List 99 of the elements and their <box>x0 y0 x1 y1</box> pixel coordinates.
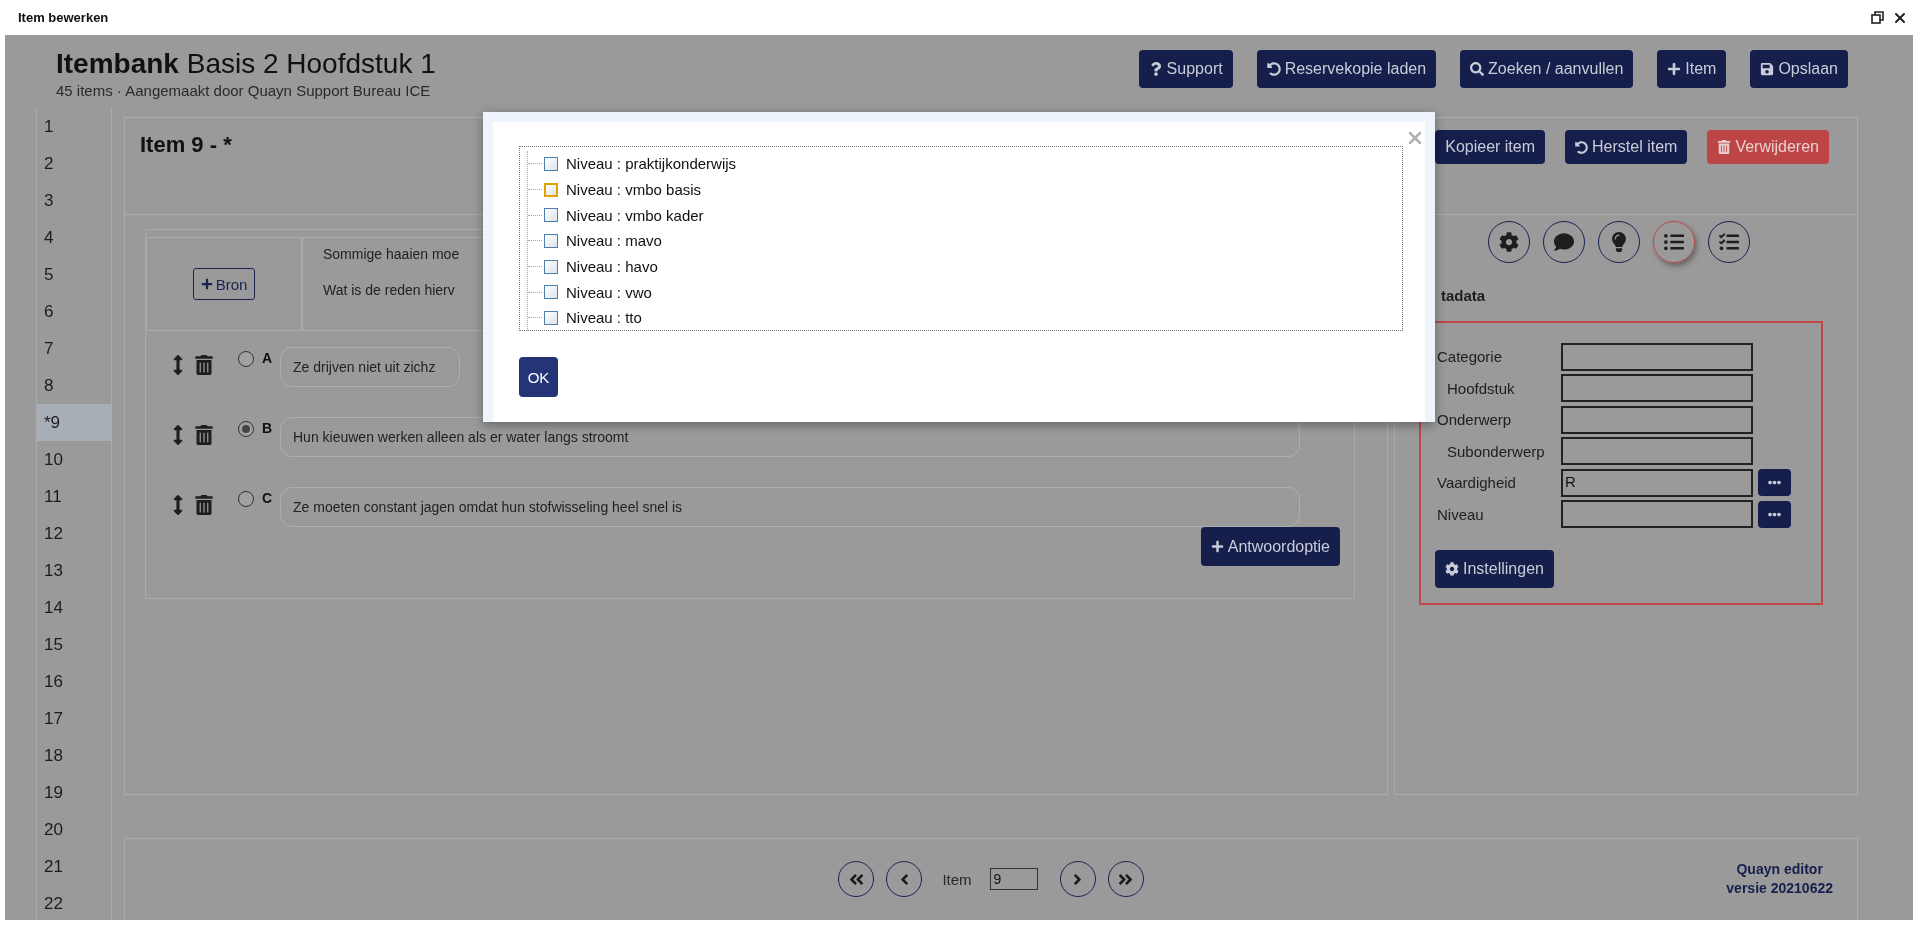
restore-icon[interactable] <box>1871 11 1884 24</box>
item-number-field[interactable]: 9 <box>989 868 1038 890</box>
item-number[interactable]: 17 <box>37 700 111 737</box>
list-icon <box>1664 232 1684 252</box>
option-label[interactable]: Niveau : mavo <box>566 232 662 250</box>
item-title: Item 9 - * <box>140 132 232 158</box>
itembank-subtitle: 45 items · Aangemaakt door Quayn Support Bureau ICE <box>56 82 432 99</box>
trash-icon[interactable] <box>194 425 214 445</box>
metadata-heading: tadata <box>1440 287 1487 304</box>
input-field[interactable] <box>1561 437 1753 466</box>
itembank-title: Itembank Basis 2 Hoofdstuk 1 <box>56 47 436 81</box>
answer-letter: C <box>261 490 274 506</box>
lightbulb-icon <box>1609 232 1629 252</box>
checkbox[interactable] <box>544 156 558 171</box>
item-action-button[interactable]: Herstel item <box>1565 130 1688 164</box>
answer-radio[interactable] <box>238 421 254 437</box>
option-label[interactable]: Niveau : vwo <box>566 283 652 301</box>
version-text: versie 20210622 <box>1726 880 1833 896</box>
item-number[interactable]: 4 <box>37 219 111 256</box>
more-button[interactable] <box>1758 469 1791 497</box>
pager-label: Item <box>942 870 972 888</box>
item-number[interactable]: *9 <box>37 404 111 441</box>
plus-icon <box>1210 540 1224 553</box>
gear-icon <box>1499 232 1519 252</box>
item-number[interactable]: 11 <box>37 478 111 515</box>
undo-icon <box>1266 62 1281 76</box>
item-number[interactable]: 16 <box>37 663 111 700</box>
toolbar-button[interactable]: Support <box>1138 50 1233 88</box>
field-label: Onderwerp <box>1436 411 1513 429</box>
toolbar-button[interactable]: Reservekopie laden <box>1256 50 1437 88</box>
plus-icon <box>200 278 213 290</box>
field-label: Hoofdstuk <box>1446 379 1516 397</box>
option-label[interactable]: Niveau : praktijkonderwijs <box>566 155 737 173</box>
item-number[interactable]: 8 <box>37 367 111 404</box>
item-number[interactable]: 20 <box>37 811 111 848</box>
checkbox[interactable] <box>544 182 558 197</box>
item-number[interactable]: 12 <box>37 515 111 552</box>
trash-icon <box>1717 140 1732 154</box>
version-text: Quayn editor <box>1735 861 1824 877</box>
answer-letter: A <box>261 350 274 366</box>
search-icon <box>1470 62 1485 76</box>
item-number[interactable]: 22 <box>37 885 111 920</box>
gear-icon <box>1445 562 1459 576</box>
window-title: Item bewerken <box>18 10 109 25</box>
source-button[interactable]: Bron <box>192 268 256 300</box>
checkbox[interactable] <box>544 285 558 300</box>
option-label[interactable]: Niveau : tto <box>566 309 642 327</box>
trash-icon[interactable] <box>194 355 214 375</box>
item-number[interactable]: 2 <box>37 145 111 182</box>
checkbox[interactable] <box>544 208 558 223</box>
field-label: Subonderwerp <box>1446 442 1546 460</box>
answer-field[interactable]: Ze moeten constant jagen omdat hun stofwisseling heel snel is <box>280 487 1300 527</box>
checkbox[interactable] <box>544 233 558 248</box>
item-number[interactable]: 3 <box>37 182 111 219</box>
field-label: Niveau <box>1436 505 1485 523</box>
trash-icon[interactable] <box>194 495 214 515</box>
more-button[interactable] <box>1758 500 1791 528</box>
answer-radio[interactable] <box>238 351 254 367</box>
item-number[interactable]: 13 <box>37 552 111 589</box>
add-answer-button[interactable]: Antwoordoptie <box>1200 527 1340 566</box>
settings-button[interactable]: Instellingen <box>1435 550 1554 588</box>
field-label: Vaardigheid <box>1436 474 1517 492</box>
item-number[interactable]: 7 <box>37 330 111 367</box>
input-field[interactable] <box>1561 405 1753 434</box>
speech-bubble-icon <box>1554 232 1574 252</box>
item-number[interactable]: 5 <box>37 256 111 293</box>
input-field[interactable] <box>1561 500 1753 529</box>
delete-button[interactable]: Verwijderen <box>1707 130 1829 164</box>
toolbar-button[interactable]: Opslaan <box>1750 50 1848 88</box>
item-action-button[interactable]: Kopieer item <box>1435 130 1546 164</box>
plus-icon <box>1667 62 1682 76</box>
checkbox[interactable] <box>544 310 558 325</box>
toolbar-button[interactable]: Zoeken / aanvullen <box>1460 50 1634 88</box>
input-field[interactable] <box>1561 342 1753 371</box>
ok-button[interactable]: OK <box>519 357 558 397</box>
item-number[interactable]: 15 <box>37 626 111 663</box>
undo-icon <box>1575 140 1589 154</box>
answer-radio[interactable] <box>238 491 254 507</box>
option-label[interactable]: Niveau : vmbo kader <box>566 206 704 224</box>
answer-field[interactable]: Ze drijven niet uit zichz <box>280 347 460 387</box>
input-field[interactable]: R <box>1561 468 1753 497</box>
item-number[interactable]: 21 <box>37 848 111 885</box>
toolbar-button[interactable]: Item <box>1657 50 1727 88</box>
checkbox[interactable] <box>544 259 558 274</box>
question-text: Sommige haaien moe <box>323 246 460 262</box>
item-number[interactable]: 1 <box>37 108 111 145</box>
checklist-icon <box>1719 232 1739 252</box>
question-text: Wat is de reden hierv <box>323 282 456 298</box>
option-label[interactable]: Niveau : vmbo basis <box>566 181 702 199</box>
item-number[interactable]: 14 <box>37 589 111 626</box>
option-label[interactable]: Niveau : havo <box>566 258 658 276</box>
answer-letter: B <box>261 420 274 436</box>
item-number[interactable]: 6 <box>37 293 111 330</box>
input-field[interactable] <box>1561 374 1753 403</box>
item-number[interactable]: 18 <box>37 737 111 774</box>
item-number[interactable]: 10 <box>37 441 111 478</box>
save-icon <box>1760 62 1775 76</box>
field-label: Categorie <box>1436 348 1504 366</box>
item-number[interactable]: 19 <box>37 774 111 811</box>
